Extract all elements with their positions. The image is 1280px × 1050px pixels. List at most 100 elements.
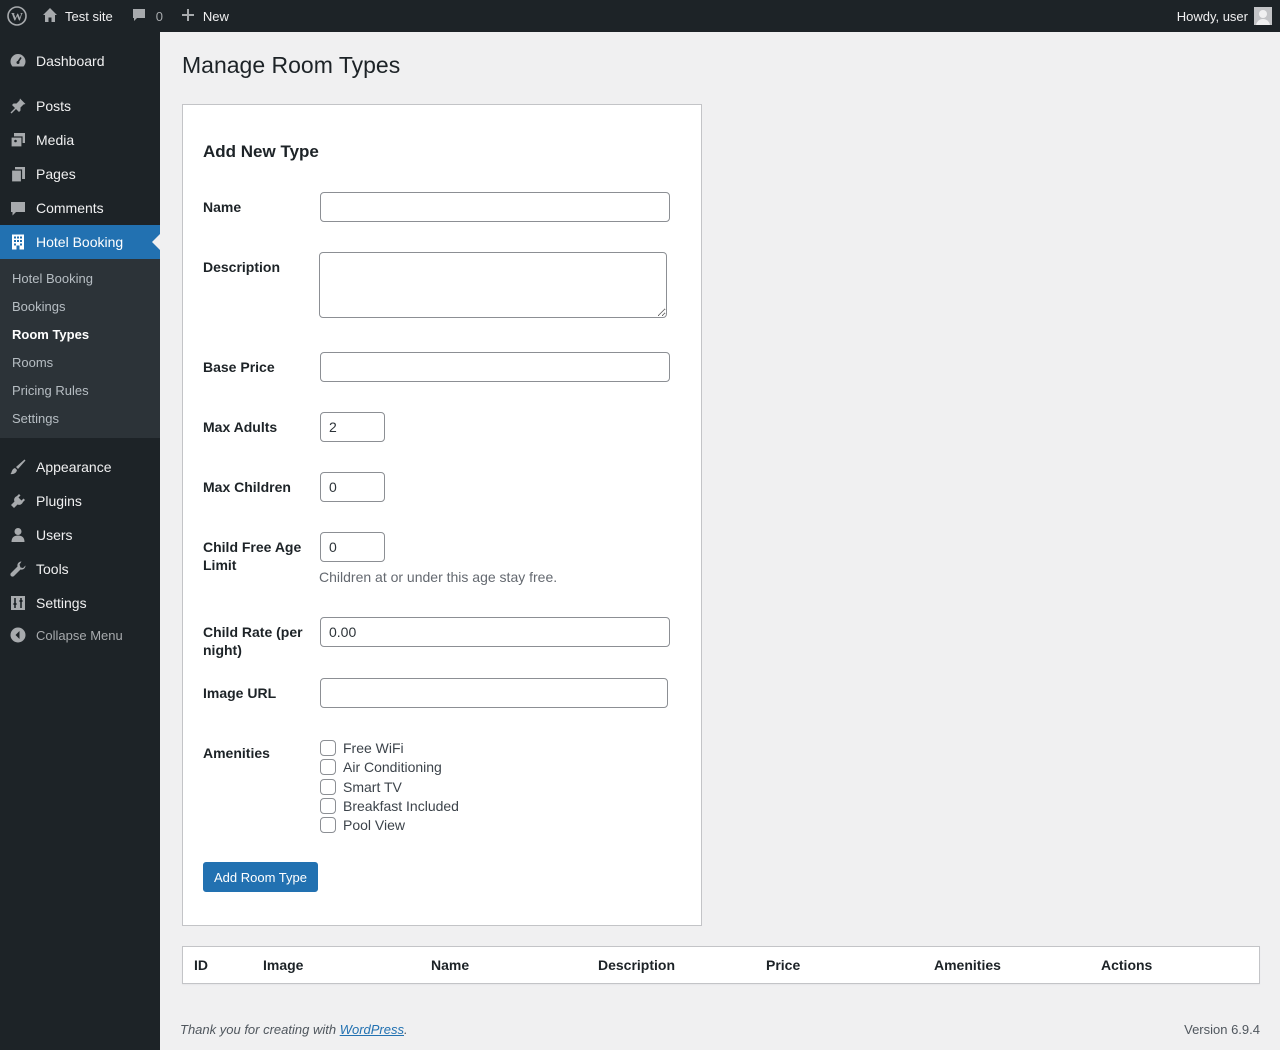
amenity-breakfast-included[interactable]: Breakfast Included xyxy=(320,798,459,814)
amenity-checkbox[interactable] xyxy=(320,817,336,833)
base-price-input[interactable] xyxy=(320,352,670,382)
submenu-item-bookings[interactable]: Bookings xyxy=(12,299,65,314)
plug-icon xyxy=(0,492,36,510)
media-icon xyxy=(0,131,36,149)
submenu-item-pricing-rules[interactable]: Pricing Rules xyxy=(12,383,89,398)
max-children-label: Max Children xyxy=(203,479,291,495)
amenity-label: Free WiFi xyxy=(343,740,404,756)
name-input[interactable] xyxy=(320,192,670,222)
pin-icon xyxy=(0,97,36,115)
column-header-price[interactable]: Price xyxy=(766,957,800,973)
sidebar-item-label: Settings xyxy=(36,595,87,611)
footer-thanks: Thank you for creating with WordPress. xyxy=(180,1022,408,1037)
howdy-text: Howdy, user xyxy=(1176,8,1248,24)
sidebar-item-label: Posts xyxy=(36,98,72,114)
home-icon xyxy=(42,7,58,26)
admin-bar: W Test site 0 New Howdy, user xyxy=(0,0,1280,32)
sidebar-item-label: Appearance xyxy=(36,459,112,475)
column-header-amenities[interactable]: Amenities xyxy=(934,957,1001,973)
sidebar-item-pages[interactable]: Pages xyxy=(0,157,160,191)
sidebar-item-label: Users xyxy=(36,527,73,543)
site-name: Test site xyxy=(65,8,113,24)
sidebar-item-hotel-booking[interactable]: Hotel Booking xyxy=(0,225,160,259)
room-types-table-header: ID Image Name Description Price Amenitie… xyxy=(182,946,1260,984)
sidebar-item-settings[interactable]: Settings xyxy=(0,586,160,620)
amenity-smart-tv[interactable]: Smart TV xyxy=(320,779,402,795)
collapse-arrow-icon xyxy=(0,626,36,644)
amenity-checkbox[interactable] xyxy=(320,798,336,814)
child-rate-input[interactable] xyxy=(320,617,670,647)
name-label: Name xyxy=(203,199,242,215)
hotel-booking-submenu: Hotel Booking Bookings Room Types Rooms … xyxy=(0,259,160,438)
add-room-type-form: Add New Type Name Description Base Price… xyxy=(182,104,702,926)
sidebar-item-appearance[interactable]: Appearance xyxy=(0,450,160,484)
max-adults-input[interactable] xyxy=(320,412,385,442)
add-room-type-button[interactable]: Add Room Type xyxy=(203,862,318,892)
collapse-menu-label: Collapse Menu xyxy=(36,627,123,643)
comment-icon xyxy=(0,199,36,217)
footer-thanks-suffix: . xyxy=(404,1022,408,1037)
building-icon xyxy=(0,233,36,251)
image-url-label: Image URL xyxy=(203,685,277,701)
amenity-checkbox[interactable] xyxy=(320,740,336,756)
image-url-input[interactable] xyxy=(320,678,668,708)
new-label: New xyxy=(202,8,229,24)
column-header-name[interactable]: Name xyxy=(431,957,469,973)
amenity-checkbox[interactable] xyxy=(320,779,336,795)
comments-link[interactable]: 0 xyxy=(131,0,163,32)
amenity-label: Air Conditioning xyxy=(343,759,442,775)
sidebar-item-label: Comments xyxy=(36,200,104,216)
submenu-item-rooms[interactable]: Rooms xyxy=(12,355,53,370)
sidebar-item-label: Hotel Booking xyxy=(36,234,124,250)
max-adults-label: Max Adults xyxy=(203,419,278,435)
amenity-air-conditioning[interactable]: Air Conditioning xyxy=(320,759,442,775)
submenu-item-hotel-booking[interactable]: Hotel Booking xyxy=(12,271,93,286)
column-header-id[interactable]: ID xyxy=(194,957,208,973)
brush-icon xyxy=(0,458,36,476)
description-textarea[interactable] xyxy=(319,252,667,318)
sidebar-item-dashboard[interactable]: Dashboard xyxy=(0,44,160,78)
my-account-link[interactable]: Howdy, user xyxy=(1177,0,1272,32)
page-title: Manage Room Types xyxy=(182,52,401,78)
sidebar-item-posts[interactable]: Posts xyxy=(0,89,160,123)
column-header-actions[interactable]: Actions xyxy=(1101,957,1152,973)
child-free-age-label: Child Free Age Limit xyxy=(203,539,302,573)
amenity-label: Smart TV xyxy=(343,779,402,795)
settings-icon xyxy=(0,594,36,612)
form-heading: Add New Type xyxy=(203,142,319,161)
collapse-menu-button[interactable]: Collapse Menu xyxy=(0,618,160,652)
sidebar-item-label: Plugins xyxy=(36,493,82,509)
sidebar-item-label: Pages xyxy=(36,166,76,182)
description-label: Description xyxy=(203,259,281,275)
amenity-checkbox[interactable] xyxy=(320,759,336,775)
child-free-age-input[interactable] xyxy=(320,532,385,562)
sidebar-item-media[interactable]: Media xyxy=(0,123,160,157)
submenu-item-settings[interactable]: Settings xyxy=(12,411,59,426)
sidebar-item-plugins[interactable]: Plugins xyxy=(0,484,160,518)
footer-thanks-text: Thank you for creating with xyxy=(180,1022,340,1037)
avatar xyxy=(1254,7,1272,25)
amenity-label: Breakfast Included xyxy=(343,798,459,814)
sidebar-item-comments[interactable]: Comments xyxy=(0,191,160,225)
comment-icon xyxy=(131,7,147,26)
amenity-pool-view[interactable]: Pool View xyxy=(320,817,405,833)
site-name-link[interactable]: Test site xyxy=(42,0,113,32)
wordpress-logo-icon[interactable]: W xyxy=(0,0,34,32)
wordpress-link[interactable]: WordPress xyxy=(340,1022,404,1037)
max-children-input[interactable] xyxy=(320,472,385,502)
sidebar-item-tools[interactable]: Tools xyxy=(0,552,160,586)
amenity-free-wifi[interactable]: Free WiFi xyxy=(320,740,404,756)
child-rate-label: Child Rate (per night) xyxy=(203,624,303,658)
submenu-item-room-types[interactable]: Room Types xyxy=(12,327,89,342)
sidebar-item-label: Tools xyxy=(36,561,69,577)
plus-icon xyxy=(181,8,195,25)
sidebar-item-users[interactable]: Users xyxy=(0,518,160,552)
column-header-image[interactable]: Image xyxy=(263,957,303,973)
pages-icon xyxy=(0,165,36,183)
footer-version: Version 6.9.4 xyxy=(1184,1022,1260,1037)
new-content-link[interactable]: New xyxy=(181,0,229,32)
amenity-label: Pool View xyxy=(343,817,406,833)
column-header-description[interactable]: Description xyxy=(598,957,675,973)
sidebar-item-label: Dashboard xyxy=(36,53,105,69)
wrench-icon xyxy=(0,560,36,578)
